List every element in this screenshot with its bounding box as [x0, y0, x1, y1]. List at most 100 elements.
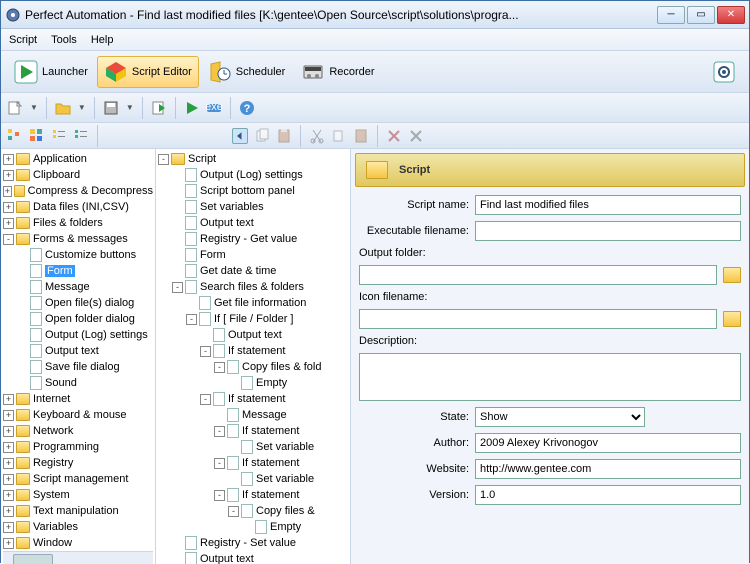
expand-icon[interactable]: + — [3, 170, 14, 181]
collapse-icon[interactable]: - — [214, 362, 225, 373]
list2-icon[interactable] — [73, 128, 89, 144]
expand-icon[interactable]: + — [3, 506, 14, 517]
grid-icon[interactable] — [29, 128, 45, 144]
new-icon[interactable] — [7, 100, 23, 116]
expand-icon[interactable]: + — [3, 522, 14, 533]
tree-item[interactable]: -Script — [158, 151, 348, 167]
expand-icon[interactable]: + — [3, 218, 14, 229]
help-icon[interactable]: ? — [239, 100, 255, 116]
tree-item[interactable]: +Programming — [3, 439, 153, 455]
tree-item[interactable]: -Search files & folders — [158, 279, 348, 295]
expand-icon[interactable]: + — [3, 538, 14, 549]
collapse-icon[interactable]: - — [172, 282, 183, 293]
tree-item[interactable]: Sound — [3, 375, 153, 391]
tree-item[interactable]: +Variables — [3, 519, 153, 535]
collapse-icon[interactable]: - — [214, 490, 225, 501]
tree-item[interactable]: Output (Log) settings — [158, 167, 348, 183]
maximize-button[interactable]: ▭ — [687, 6, 715, 24]
export-icon[interactable] — [151, 100, 167, 116]
browse-folder-button[interactable] — [723, 267, 741, 283]
expand-icon[interactable]: + — [3, 202, 14, 213]
tree-item[interactable]: Registry - Set value — [158, 535, 348, 551]
collapse-icon[interactable]: - — [214, 426, 225, 437]
expand-icon[interactable]: + — [3, 186, 12, 197]
delete-icon[interactable] — [386, 128, 402, 144]
copy2-icon[interactable] — [331, 128, 347, 144]
tree-item[interactable]: Form — [3, 263, 153, 279]
tree-item[interactable]: -If statement — [158, 487, 348, 503]
tree-item[interactable]: Registry - Get value — [158, 231, 348, 247]
tree-item[interactable]: +Clipboard — [3, 167, 153, 183]
script-name-input[interactable] — [475, 195, 741, 215]
tree-item[interactable]: Output (Log) settings — [3, 327, 153, 343]
list1-icon[interactable] — [51, 128, 67, 144]
close-icon[interactable] — [408, 128, 424, 144]
open-icon[interactable] — [55, 100, 71, 116]
tree-item[interactable]: +Script management — [3, 471, 153, 487]
browse-icon-button[interactable] — [723, 311, 741, 327]
tree-item[interactable]: +Window — [3, 535, 153, 551]
state-select[interactable]: Show — [475, 407, 645, 427]
tree-item[interactable]: Message — [158, 407, 348, 423]
tree-item[interactable]: Set variable — [158, 471, 348, 487]
tree-item[interactable]: Form — [158, 247, 348, 263]
tree-item[interactable]: -Forms & messages — [3, 231, 153, 247]
tree-item[interactable]: +Files & folders — [3, 215, 153, 231]
tree-item[interactable]: Save file dialog — [3, 359, 153, 375]
tree-item[interactable]: Script bottom panel — [158, 183, 348, 199]
tree-item[interactable]: Get date & time — [158, 263, 348, 279]
tree-item[interactable]: Get file information — [158, 295, 348, 311]
paste2-icon[interactable] — [353, 128, 369, 144]
tree-item[interactable]: -If statement — [158, 343, 348, 359]
close-button[interactable]: ✕ — [717, 6, 745, 24]
expand-icon[interactable]: + — [3, 426, 14, 437]
tree-item[interactable]: -If statement — [158, 423, 348, 439]
script-tree[interactable]: -ScriptOutput (Log) settingsScript botto… — [156, 149, 351, 564]
expand-icon[interactable]: + — [3, 154, 14, 165]
tree-item[interactable]: +Compress & Decompress — [3, 183, 153, 199]
commands-tree[interactable]: +Application+Clipboard+Compress & Decomp… — [1, 149, 156, 564]
dropdown-icon[interactable]: ▼ — [126, 103, 134, 112]
tree-item[interactable]: +Registry — [3, 455, 153, 471]
paste-icon[interactable] — [276, 128, 292, 144]
save-icon[interactable] — [103, 100, 119, 116]
tree-item[interactable]: Customize buttons — [3, 247, 153, 263]
tree-item[interactable]: Output text — [158, 215, 348, 231]
tree-item[interactable]: Set variables — [158, 199, 348, 215]
expand-icon[interactable]: + — [3, 442, 14, 453]
tree-item[interactable]: Open folder dialog — [3, 311, 153, 327]
expand-icon[interactable]: + — [3, 410, 14, 421]
tree-item[interactable]: +Application — [3, 151, 153, 167]
tree-item[interactable]: Output text — [3, 343, 153, 359]
expand-icon[interactable]: + — [3, 474, 14, 485]
tree-item[interactable]: Open file(s) dialog — [3, 295, 153, 311]
collapse-icon[interactable]: - — [158, 154, 169, 165]
tree-item[interactable]: Set variable — [158, 439, 348, 455]
tree-item[interactable]: -Copy files & fold — [158, 359, 348, 375]
collapse-icon[interactable]: - — [200, 394, 211, 405]
tree-item[interactable]: Empty — [158, 375, 348, 391]
collapse-icon[interactable]: - — [186, 314, 197, 325]
website-input[interactable] — [475, 459, 741, 479]
tree-item[interactable]: +Internet — [3, 391, 153, 407]
tree-icon[interactable] — [7, 128, 23, 144]
menu-help[interactable]: Help — [91, 34, 114, 46]
dropdown-icon[interactable]: ▼ — [30, 103, 38, 112]
menu-script[interactable]: Script — [9, 34, 37, 46]
tree-item[interactable]: -Copy files & — [158, 503, 348, 519]
tree-item[interactable]: -If statement — [158, 391, 348, 407]
version-input[interactable] — [475, 485, 741, 505]
copy-icon[interactable] — [254, 128, 270, 144]
tree-item[interactable]: -If statement — [158, 455, 348, 471]
tree-item[interactable]: +Network — [3, 423, 153, 439]
collapse-icon[interactable]: - — [3, 234, 14, 245]
scheduler-button[interactable]: Scheduler — [201, 56, 293, 88]
script-editor-button[interactable]: Script Editor — [97, 56, 199, 88]
tree-item[interactable]: Output text — [158, 327, 348, 343]
recorder-button[interactable]: Recorder — [294, 56, 381, 88]
tree-item[interactable]: +System — [3, 487, 153, 503]
tree-item[interactable]: Empty — [158, 519, 348, 535]
exe-filename-input[interactable] — [475, 221, 741, 241]
left-panel-toggle-icon[interactable] — [232, 128, 248, 144]
expand-icon[interactable]: + — [3, 394, 14, 405]
